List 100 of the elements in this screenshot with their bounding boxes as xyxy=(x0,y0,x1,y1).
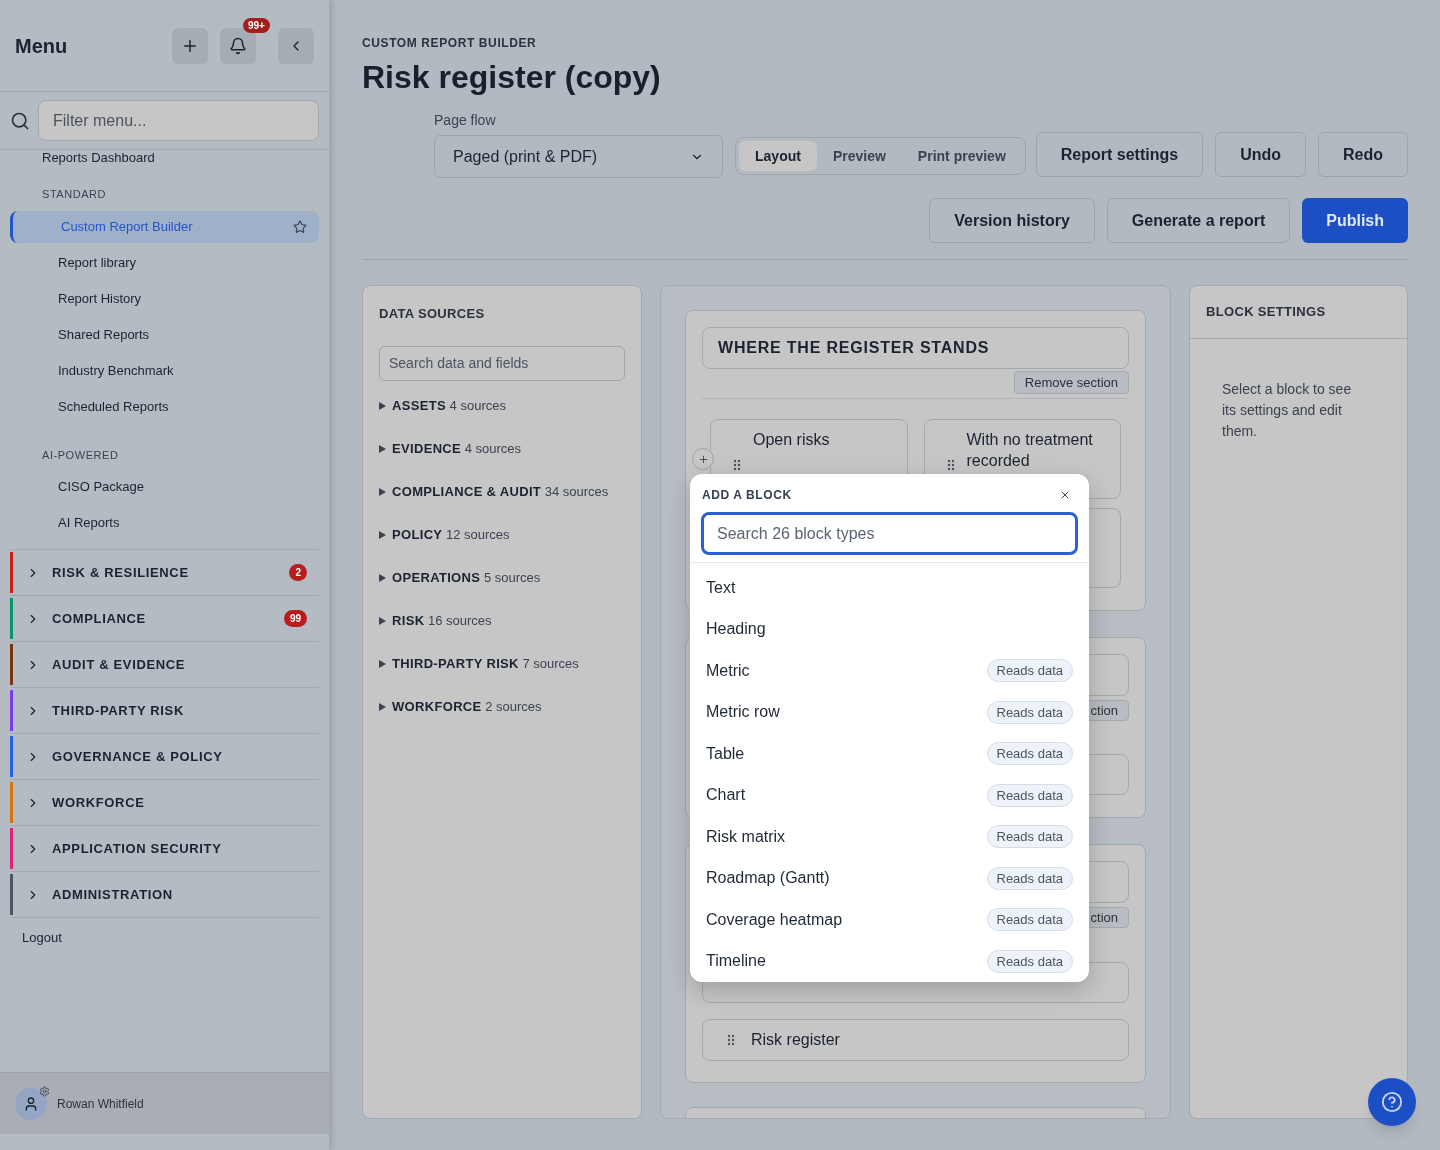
drag-handle-icon[interactable] xyxy=(946,459,955,471)
reads-data-tag: Reads data xyxy=(986,700,1073,724)
sidebar-item[interactable]: AI Reports xyxy=(10,507,319,539)
block-type-item[interactable]: Text xyxy=(690,567,1089,609)
nav-section[interactable]: AUDIT & EVIDENCE xyxy=(10,642,319,688)
sidebar-item[interactable]: Scheduled Reports xyxy=(10,390,319,423)
menu-title: Menu xyxy=(15,33,68,59)
page-title: Risk register (copy) xyxy=(362,58,662,96)
panel-title: DATA SOURCES xyxy=(379,305,486,323)
reads-data-tag: Reads data xyxy=(986,825,1073,849)
expand-arrow-icon xyxy=(379,659,386,668)
nav-section[interactable]: COMPLIANCE 99 xyxy=(10,596,319,642)
drag-handle-icon[interactable] xyxy=(733,459,741,471)
block-search-field[interactable]: Search 26 block types xyxy=(701,512,1078,555)
sidebar-item[interactable]: Shared Reports xyxy=(10,318,319,351)
add-button[interactable] xyxy=(172,27,208,64)
section-label: AUDIT & EVIDENCE xyxy=(52,655,186,674)
eyebrow: CUSTOM REPORT BUILDER xyxy=(362,35,538,52)
drag-handle-icon[interactable] xyxy=(727,1034,735,1046)
close-icon[interactable] xyxy=(1059,489,1071,501)
section-label: GOVERNANCE & POLICY xyxy=(52,747,223,766)
help-icon xyxy=(1381,1091,1403,1113)
view-tab[interactable]: Layout xyxy=(739,141,817,171)
reads-data-tag: Reads data xyxy=(986,742,1073,766)
sidebar-item[interactable]: Report History xyxy=(10,282,319,315)
block-type-item[interactable]: Metric row Reads data xyxy=(690,691,1089,733)
section-title-field[interactable]: WHERE THE REGISTER STANDS xyxy=(702,327,1129,369)
source-group[interactable]: COMPLIANCE & AUDIT 34 sources xyxy=(379,482,625,501)
toolbar-button[interactable]: Report settings xyxy=(1035,132,1204,177)
expand-arrow-icon xyxy=(379,616,386,625)
source-group[interactable]: RISK 16 sources xyxy=(379,611,625,630)
search-icon xyxy=(10,110,30,131)
nav-section[interactable]: THIRD-PARTY RISK xyxy=(10,688,319,734)
view-tab[interactable]: Print preview xyxy=(901,141,1022,171)
section-label: THIRD-PARTY RISK xyxy=(52,701,184,720)
settings-icon[interactable] xyxy=(39,1085,50,1097)
nav-section[interactable]: RISK & RESILIENCE 2 xyxy=(10,550,319,596)
insert-block-button[interactable] xyxy=(692,448,714,470)
toolbar-button[interactable]: Undo xyxy=(1215,132,1306,177)
count-badge: 2 xyxy=(289,564,307,581)
block-type-item[interactable]: Heading xyxy=(690,608,1089,650)
block-type-item[interactable]: Table Reads data xyxy=(690,733,1089,775)
plus-icon xyxy=(697,453,709,465)
sidebar-item[interactable]: Industry Benchmark xyxy=(10,354,319,387)
source-group[interactable]: WORKFORCE 2 sources xyxy=(379,697,625,716)
expand-arrow-icon xyxy=(379,702,386,711)
user-icon xyxy=(23,1095,39,1112)
content-block[interactable]: Risk register xyxy=(702,1019,1129,1061)
nav-section[interactable]: ADMINISTRATION xyxy=(10,872,319,918)
page-flow-select[interactable]: Paged (print & PDF) xyxy=(434,135,724,178)
bell-icon xyxy=(229,36,247,55)
sidebar-item[interactable]: CISO Package xyxy=(10,471,319,503)
page-flow-label: Page flow xyxy=(434,111,497,130)
block-type-item[interactable]: Timeline Reads data xyxy=(690,940,1089,982)
logout-link[interactable]: Logout xyxy=(10,928,319,948)
help-button[interactable] xyxy=(1368,1078,1416,1126)
notifications-button[interactable] xyxy=(220,27,256,64)
search-field[interactable]: Search data and fields xyxy=(379,345,625,381)
sidebar-item[interactable]: Report library xyxy=(10,246,319,279)
nav-section[interactable]: WORKFORCE xyxy=(10,780,319,826)
block-settings-hint: Select a block to see its settings and edit them. xyxy=(1221,380,1353,441)
group-heading: STANDARD xyxy=(41,187,108,202)
avatar[interactable] xyxy=(15,1087,47,1120)
nav-section[interactable]: GOVERNANCE & POLICY xyxy=(10,734,319,780)
source-group[interactable]: OPERATIONS 5 sources xyxy=(379,568,625,587)
panel-title: BLOCK SETTINGS xyxy=(1190,286,1407,339)
toolbar-button[interactable]: Generate a report xyxy=(1106,198,1291,243)
reads-data-tag: Reads data xyxy=(986,783,1073,807)
section-label: WORKFORCE xyxy=(52,793,145,812)
block-type-item[interactable]: Metric Reads data xyxy=(690,650,1089,692)
nav-section[interactable]: APPLICATION SECURITY xyxy=(10,826,319,872)
count-badge: 99 xyxy=(283,610,307,627)
publish-button[interactable]: Publish xyxy=(1302,198,1408,243)
expand-arrow-icon xyxy=(379,487,386,496)
group-heading: AI-POWERED xyxy=(41,447,120,463)
remove-section-button[interactable]: Remove section xyxy=(1013,371,1129,394)
expand-arrow-icon xyxy=(379,401,386,410)
notification-count: 99+ xyxy=(243,17,270,33)
reads-data-tag: Reads data xyxy=(986,908,1073,932)
source-group[interactable]: ASSETS 4 sources xyxy=(379,396,625,415)
source-group[interactable]: THIRD-PARTY RISK 7 sources xyxy=(379,654,625,673)
reads-data-tag: Reads data xyxy=(986,659,1073,683)
expand-arrow-icon xyxy=(379,530,386,539)
reads-data-tag: Reads data xyxy=(986,949,1073,973)
section-label: APPLICATION SECURITY xyxy=(52,839,222,858)
metric-label: Open risks xyxy=(753,430,830,450)
source-group[interactable]: EVIDENCE 4 sources xyxy=(379,439,625,458)
source-group[interactable]: POLICY 12 sources xyxy=(379,525,625,544)
sidebar-link[interactable]: Reports Dashboard xyxy=(10,150,319,166)
view-tab[interactable]: Preview xyxy=(816,141,902,171)
toolbar-button[interactable]: Version history xyxy=(929,198,1095,243)
block-label: Risk register xyxy=(751,1030,840,1050)
block-type-item[interactable]: Chart Reads data xyxy=(690,774,1089,816)
section-label: COMPLIANCE xyxy=(52,609,146,628)
block-type-item[interactable]: Roadmap (Gantt) Reads data xyxy=(690,857,1089,899)
block-type-item[interactable]: Coverage heatmap Reads data xyxy=(690,899,1089,941)
toolbar-button[interactable]: Redo xyxy=(1318,132,1408,177)
filter-field[interactable]: Filter menu... xyxy=(38,100,319,141)
block-type-item[interactable]: Risk matrix Reads data xyxy=(690,816,1089,858)
favorite-star-icon[interactable] xyxy=(293,219,307,234)
